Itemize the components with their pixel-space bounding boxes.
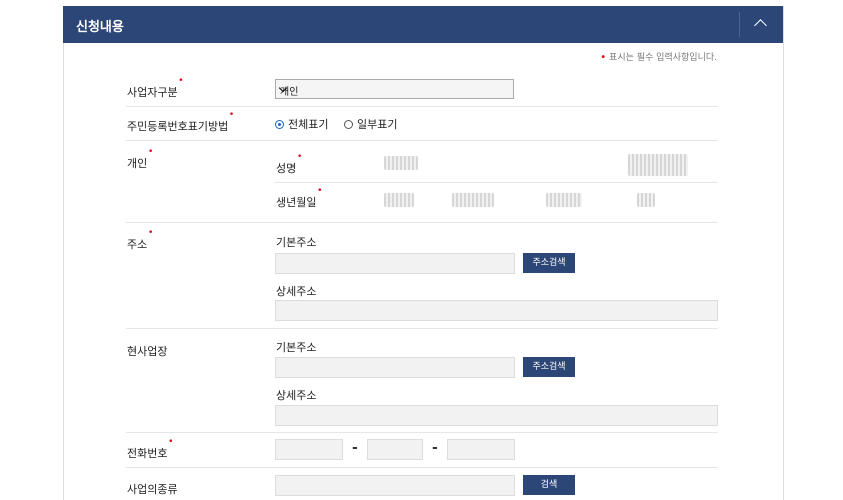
birth-day-masked (546, 193, 582, 207)
address-search-button[interactable]: 주소검색 (523, 253, 575, 273)
radio-unchecked-icon (344, 120, 353, 129)
radio-checked-icon (275, 120, 284, 129)
required-mark: • (317, 186, 323, 196)
birthdate-label: 생년월일 • (276, 186, 323, 209)
radio-full-display[interactable]: 전체표기 (275, 116, 328, 132)
required-note: • 표시는 필수 입력사항입니다. (600, 50, 717, 63)
section-title: 신청내용 (76, 20, 124, 35)
required-mark: • (147, 228, 154, 238)
required-mark: • (228, 110, 235, 120)
collapse-button[interactable] (740, 6, 783, 43)
individual-label: 개인 • (127, 147, 154, 170)
required-mark: • (147, 147, 154, 157)
birth-month-masked (452, 193, 494, 207)
workplace-detail-input[interactable] (275, 405, 718, 426)
radio-full-label: 전체표기 (288, 118, 329, 131)
required-mark: • (296, 152, 303, 162)
radio-partial-display[interactable]: 일부표기 (344, 116, 397, 132)
section-header: 신청내용 (63, 6, 783, 43)
business-type-label: 사업자구분 • (127, 76, 184, 99)
business-type-select[interactable]: 개인 (275, 79, 514, 99)
address-detail-input[interactable] (275, 300, 718, 321)
workplace-label: 현사업장 (127, 345, 168, 358)
masked-value (637, 193, 655, 207)
sub-divider (275, 182, 718, 183)
chevron-up-icon (754, 19, 767, 32)
address-basic-label: 기본주소 (276, 236, 317, 249)
row-divider (126, 328, 718, 329)
workplace-detail-label: 상세주소 (276, 389, 317, 402)
row-divider (126, 467, 718, 468)
name-label: 성명 • (276, 152, 303, 175)
business-category-label: 사업의종류 (127, 483, 178, 496)
phone-separator: - (352, 440, 358, 456)
required-mark: • (600, 52, 607, 63)
phone-separator: - (432, 440, 438, 456)
row-divider (126, 106, 718, 107)
name-value-masked (384, 156, 418, 170)
id-display-label: 주민등록번호표기방법 • (127, 110, 235, 133)
workplace-search-button[interactable]: 주소검색 (523, 357, 575, 377)
required-mark: • (178, 76, 184, 86)
phone-part3-input[interactable] (447, 439, 515, 460)
business-category-input[interactable] (275, 475, 515, 496)
required-note-text: 표시는 필수 입력사항입니다. (609, 53, 717, 63)
row-divider (126, 222, 718, 223)
address-detail-label: 상세주소 (276, 285, 317, 298)
row-divider (126, 432, 718, 433)
workplace-basic-label: 기본주소 (276, 341, 317, 354)
address-basic-input[interactable] (275, 253, 515, 274)
masked-value (628, 154, 688, 176)
phone-label: 전화번호 • (127, 437, 174, 460)
radio-partial-label: 일부표기 (357, 118, 398, 131)
required-mark: • (168, 437, 174, 447)
business-category-search-button[interactable]: 검색 (523, 475, 575, 495)
birth-year-masked (384, 193, 414, 207)
workplace-basic-input[interactable] (275, 357, 515, 378)
phone-part2-input[interactable] (367, 439, 423, 460)
phone-part1-input[interactable] (275, 439, 343, 460)
row-divider (126, 140, 718, 141)
address-label: 주소 • (127, 228, 154, 251)
